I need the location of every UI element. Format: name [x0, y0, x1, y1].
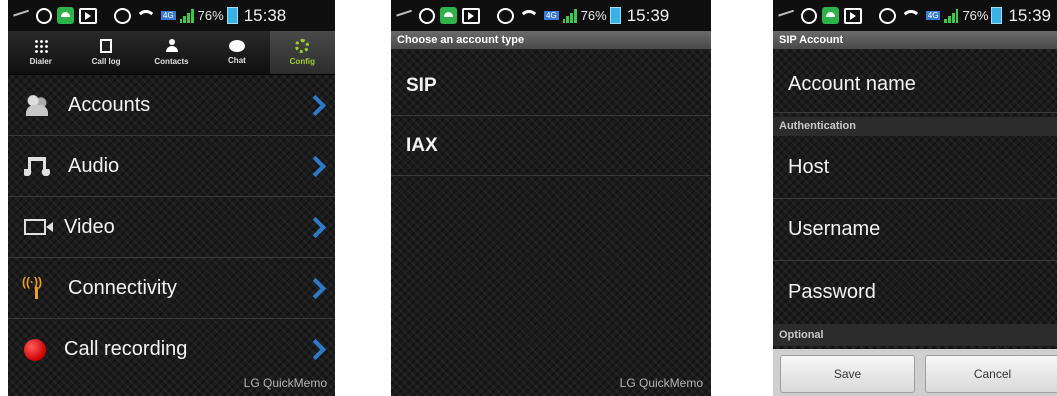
battery-icon — [226, 7, 238, 24]
tab-config[interactable]: Config — [269, 31, 335, 74]
clock: 15:39 — [1008, 5, 1051, 25]
audio-icon — [24, 155, 50, 177]
menu-item-label: Accounts — [68, 93, 151, 116]
record-icon — [24, 338, 46, 361]
battery-percent: 76% — [197, 8, 224, 23]
menu-item-audio[interactable]: Audio — [8, 136, 335, 197]
status-bar: 4G 76% 15:39 — [773, 0, 1057, 31]
option-sip[interactable]: SIP — [391, 56, 711, 116]
accounts-icon — [24, 94, 50, 116]
tab-label: Dialer — [29, 57, 52, 66]
contacts-icon — [165, 39, 179, 53]
chevron-right-icon — [304, 216, 327, 238]
screen-sip-account: 4G 76% 15:39 SIP Account Account name Au… — [773, 0, 1057, 396]
video-camera-icon — [24, 219, 53, 235]
screen-config-menu: 4G 76% 15:38 Dialer Call log Contacts Ch… — [8, 0, 335, 396]
watermark: LG QuickMemo — [243, 376, 327, 390]
tab-label: Chat — [228, 56, 246, 65]
chevron-right-icon — [304, 338, 327, 361]
signal-icon — [562, 8, 577, 23]
signal-icon — [944, 8, 959, 23]
play-store-icon — [462, 7, 480, 24]
alarm-icon — [878, 7, 896, 24]
whatsapp-icon — [800, 7, 817, 24]
status-bar: 4G 76% 15:39 — [391, 0, 711, 31]
signal-icon — [179, 8, 194, 23]
cancel-button[interactable]: Cancel — [925, 355, 1057, 393]
play-store-icon — [79, 7, 97, 24]
menu-item-accounts[interactable]: Accounts — [8, 75, 335, 136]
menu-item-label: Video — [64, 215, 115, 238]
menu-item-call-recording[interactable]: Call recording — [8, 319, 335, 380]
menu-item-label: Call recording — [64, 338, 188, 360]
save-button[interactable]: Save — [780, 355, 915, 393]
chat-icon — [228, 40, 245, 52]
menu-item-connectivity[interactable]: Connectivity — [8, 258, 335, 319]
chevron-right-icon — [304, 94, 327, 116]
tab-bar: Dialer Call log Contacts Chat Config — [8, 31, 335, 75]
network-type-icon: 4G — [161, 11, 176, 20]
username-field[interactable]: Username — [773, 199, 1057, 261]
alarm-icon — [497, 7, 514, 24]
hangouts-icon — [57, 7, 74, 24]
menu-item-label: Audio — [68, 154, 120, 177]
host-field[interactable]: Host — [773, 137, 1057, 199]
menu-item-label: Connectivity — [68, 276, 177, 299]
chevron-right-icon — [304, 277, 327, 299]
section-header-authentication: Authentication — [773, 117, 1057, 136]
network-type-icon: 4G — [544, 11, 559, 20]
antenna-icon — [22, 275, 50, 299]
section-header-optional: Optional — [773, 324, 1057, 346]
config-gear-icon — [295, 39, 310, 53]
call-log-icon — [100, 39, 113, 53]
whatsapp-icon — [36, 7, 52, 24]
chevron-right-icon — [304, 155, 327, 177]
message-icon — [396, 9, 414, 22]
button-bar: Save Cancel — [773, 349, 1057, 396]
hangouts-icon — [821, 7, 839, 24]
play-store-icon — [843, 7, 862, 24]
message-icon — [778, 9, 796, 22]
tab-call-log[interactable]: Call log — [73, 31, 138, 74]
tab-label: Config — [289, 57, 315, 66]
tab-label: Call log — [91, 57, 121, 66]
watermark: LG QuickMemo — [619, 376, 703, 390]
battery-icon — [609, 7, 621, 24]
battery-icon — [991, 7, 1003, 24]
message-icon — [13, 9, 31, 22]
network-type-icon: 4G — [925, 11, 941, 20]
tab-contacts[interactable]: Contacts — [139, 31, 204, 74]
tab-chat[interactable]: Chat — [204, 31, 269, 74]
clock: 15:39 — [626, 5, 670, 25]
tab-label: Contacts — [154, 57, 189, 66]
hangouts-icon — [440, 7, 457, 24]
screen-account-type: 4G 76% 15:39 Choose an account type SIP … — [391, 0, 711, 396]
battery-percent: 76% — [580, 8, 607, 23]
whatsapp-icon — [419, 7, 435, 24]
tab-dialer[interactable]: Dialer — [8, 31, 73, 74]
wifi-icon — [519, 8, 539, 24]
password-field[interactable]: Password — [773, 261, 1057, 323]
dialer-icon — [33, 39, 48, 53]
battery-percent: 76% — [962, 8, 989, 23]
screen-title: SIP Account — [773, 31, 1057, 49]
account-name-field[interactable]: Account name — [773, 56, 1057, 113]
wifi-icon — [901, 8, 921, 24]
dialog-title: Choose an account type — [391, 31, 711, 49]
wifi-icon — [136, 8, 156, 24]
status-bar: 4G 76% 15:38 — [8, 0, 335, 31]
clock: 15:38 — [243, 5, 287, 25]
alarm-icon — [114, 7, 131, 24]
option-iax[interactable]: IAX — [391, 116, 711, 176]
menu-item-video[interactable]: Video — [8, 197, 335, 258]
